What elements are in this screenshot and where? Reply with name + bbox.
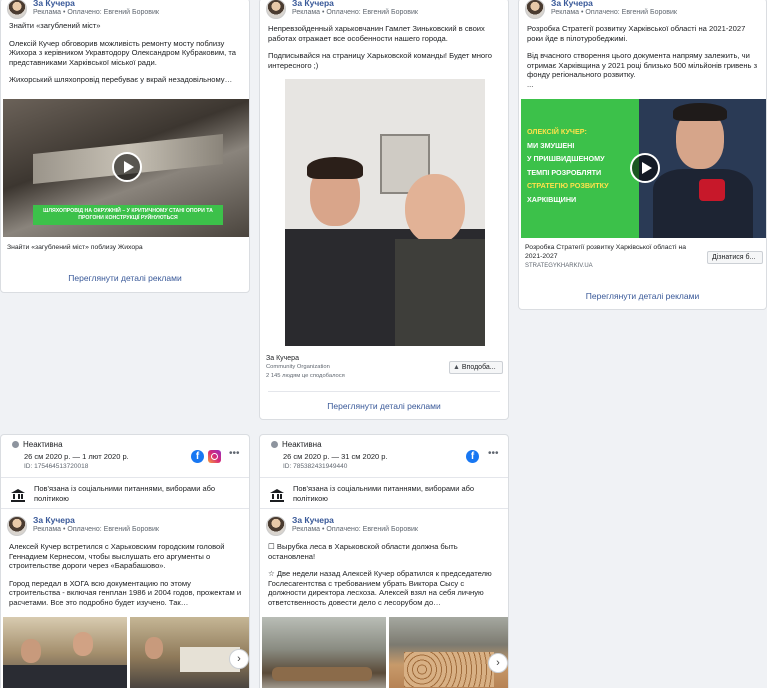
facebook-icon: f [466,450,479,463]
like-button-label: Вподоба... [461,364,496,371]
page-footer-category: Community Organization [266,364,330,370]
page-name[interactable]: За Кучера [551,0,677,8]
play-icon[interactable] [630,153,660,183]
ad-text-p3: Жихорський шляхопровід перебуває у вкрай… [9,75,233,84]
ad-text-p2: Подписывайся на страницу Харьковской ком… [268,51,492,70]
page-name[interactable]: За Кучера [292,516,418,525]
ad-text-p1: Знайти «загублений міст» [9,21,101,30]
status-dot-icon [271,441,278,449]
page-footer-name[interactable]: За Кучера [266,355,299,362]
chevron-right-icon[interactable]: › [229,649,249,669]
play-icon[interactable] [112,152,142,182]
ad-text-p2: Від вчасного створення цього документа н… [527,51,758,79]
carousel-image-1[interactable] [262,617,386,688]
ad-category: Пов'язана із соціальними питаннями, вибо… [293,484,475,503]
sponsor-text: Реклама • Оплачено: Евгений Боровик [551,9,677,16]
ad-caption: Знайти «загублений міст» поблизу Жихора [7,244,143,251]
ad-text-p2: Олексій Кучер обговорив можливість ремон… [9,38,236,67]
ad-text-p1: Розробка Стратегії розвитку Харківської … [527,24,746,43]
sponsor-text: Реклама • Оплачено: Евгений Боровик [33,9,159,16]
instagram-icon [208,450,221,463]
ad-id: ID: 785382431949440 [283,463,348,470]
banner-line-1: ОЛЕКСІЙ КУЧЕР: [527,127,587,136]
like-page-button[interactable]: ▲ Вподоба... [449,361,503,374]
page-footer-likes: 2 145 людям це сподобалося [266,373,345,379]
page-name[interactable]: За Кучера [33,516,159,525]
video-banner: ШЛЯХОПРОВІД НА ОКРУЖНІЙ – У КРИТИЧНОМУ С… [33,205,223,225]
page-avatar[interactable] [7,0,27,19]
page-name[interactable]: За Кучера [33,0,159,8]
carousel-image-1[interactable] [3,617,127,688]
banner-line-3: У ПРИШВИДШЕНОМУ [527,154,605,163]
ad-card-4: Неактивна 26 см 2020 р. — 1 лют 2020 р. … [0,434,250,688]
ad-card-3: За Кучера Реклама • Оплачено: Евгений Бо… [518,0,767,310]
sponsor-text: Реклама • Оплачено: Евгений Боровик [33,526,159,533]
learn-more-button[interactable]: Дізнатися б... [707,251,763,264]
ad-video[interactable]: ШЛЯХОПРОВІД НА ОКРУЖНІЙ – У КРИТИЧНОМУ С… [3,99,249,237]
ad-category: Пов'язана із соціальними питаннями, вибо… [34,484,216,503]
page-avatar[interactable] [266,0,286,19]
sponsor-text: Реклама • Оплачено: Евгений Боровик [292,526,418,533]
ad-text-p1: Алексей Кучер встретился с Харьковским г… [9,542,225,570]
page-avatar[interactable] [525,0,545,19]
ad-video[interactable]: ОЛЕКСІЙ КУЧЕР: МИ ЗМУШЕНІ У ПРИШВИДШЕНОМ… [521,99,766,238]
ad-text-p1: ☐ Вырубка леса в Харьковской области дол… [268,542,458,561]
ad-text-p2: ☆ Две недели назад Алексей Кучер обратил… [268,569,492,607]
view-ad-details-link[interactable]: Переглянути деталі реклами [519,291,766,301]
banner-line-4: ТЕМПІ РОЗРОБЛЯТИ [527,167,602,177]
page-avatar[interactable] [266,516,286,536]
ad-text-p3: ... [527,79,534,89]
more-icon[interactable]: ••• [229,448,240,459]
view-ad-details-link[interactable]: Переглянути деталі реклами [260,401,508,411]
ad-card-1: За Кучера Реклама • Оплачено: Евгений Бо… [0,0,250,293]
thumbs-up-icon: ▲ [453,364,460,371]
ad-card-2: За Кучера Реклама • Оплачено: Евгений Бо… [259,0,509,420]
ad-dates: 26 см 2020 р. — 1 лют 2020 р. [24,452,129,461]
ad-status: Неактивна [282,440,322,449]
bank-icon [270,489,284,502]
ad-dates: 26 см 2020 р. — 31 см 2020 р. [283,452,388,461]
view-ad-details-link[interactable]: Переглянути деталі реклами [1,273,249,283]
chevron-right-icon[interactable]: › [488,653,508,673]
ad-status: Неактивна [23,440,63,449]
link-title[interactable]: Розробка Стратегії розвитку Харківської … [525,244,697,261]
ad-photo[interactable] [285,79,485,346]
link-domain: STRATEGYKHARKIV.UA [525,263,593,269]
more-icon[interactable]: ••• [488,448,499,459]
ad-text-p2: Город передал в ХОГА всю документацию по… [9,578,242,607]
facebook-icon: f [191,450,204,463]
page-name[interactable]: За Кучера [292,0,418,8]
status-dot-icon [12,441,19,449]
banner-line-2: МИ ЗМУШЕНІ [527,140,575,150]
banner-highlight: СТРАТЕГІЮ РОЗВИТКУ [527,181,609,190]
ad-text-p1: Непревзойденный харьковчанин Гамлет Зинь… [268,24,485,43]
sponsor-text: Реклама • Оплачено: Евгений Боровик [292,9,418,16]
ad-card-5: Неактивна 26 см 2020 р. — 31 см 2020 р. … [259,434,509,688]
bank-icon [11,489,25,502]
banner-line-6: ХАРКІВЩИНИ [527,194,577,204]
page-avatar[interactable] [7,516,27,536]
carousel-image-2[interactable] [389,617,508,688]
ad-id: ID: 175464513720018 [24,463,89,470]
